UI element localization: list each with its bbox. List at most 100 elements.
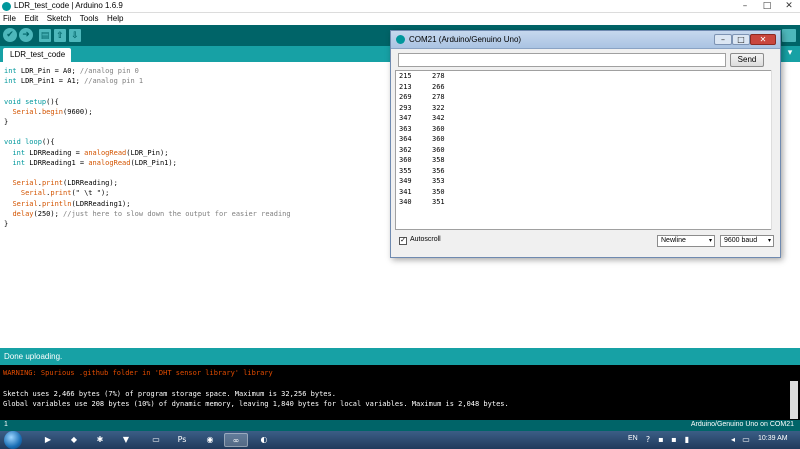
ldr-reading-a1: 356: [432, 166, 445, 175]
taskbar-app-2[interactable]: ◆: [62, 433, 86, 447]
photoshop-icon: Ps: [177, 435, 187, 444]
open-button[interactable]: ⇧: [54, 29, 66, 42]
code-line: int LDRReading1 = analogRead(LDR_Pin1);: [4, 158, 291, 168]
code-line: int LDR_Pin = A0; //analog pin 0: [4, 66, 291, 76]
volume-icon[interactable]: ◂: [728, 435, 738, 445]
tab-menu-icon[interactable]: ▾: [784, 48, 796, 60]
taskbar-clock[interactable]: 10:39 AM: [758, 435, 788, 442]
menubar: File Edit Sketch Tools Help: [0, 13, 800, 25]
code-token: LDRReading =: [25, 148, 85, 157]
verify-button[interactable]: ✔: [3, 28, 17, 42]
serial-input-field[interactable]: [398, 53, 726, 67]
serial-row: 269 278: [396, 92, 771, 103]
app-icon: ◆: [70, 435, 78, 444]
autoscroll-checkbox[interactable]: ✓ Autoscroll: [399, 236, 441, 245]
taskbar-media-player[interactable]: ▶: [36, 433, 60, 447]
checkbox-check-icon: ✓: [399, 237, 407, 245]
code-token: (LDR_Pin);: [126, 148, 169, 157]
arduino-icon: ∞: [232, 436, 240, 445]
menu-sketch[interactable]: Sketch: [44, 13, 74, 23]
new-button[interactable]: ▤: [39, 29, 51, 42]
taskbar-app-5[interactable]: ▭: [144, 433, 168, 447]
close-button[interactable]: ✕: [778, 0, 800, 13]
code-token: //analog pin 0: [79, 67, 139, 75]
code-token: loop: [25, 138, 42, 147]
menu-tools[interactable]: Tools: [77, 13, 102, 23]
ldr-reading-a0: 360: [399, 156, 412, 164]
code-token: print: [50, 189, 72, 198]
code-token: delay: [12, 209, 34, 218]
app-icon: ◐: [260, 435, 268, 444]
taskbar-app-3[interactable]: ✱: [88, 433, 112, 447]
line-number: 1: [4, 421, 8, 428]
windows-taskbar: ▶ ◆ ✱ ▼ ▭ Ps ◉ ∞ ◐ EN ? ▪ ▪ ▮ ◂ ▭ 10:39 …: [0, 431, 800, 449]
arduino-app-icon: [396, 35, 405, 44]
ldr-reading-a0: 355: [399, 166, 412, 175]
taskbar-chrome[interactable]: ◉: [198, 433, 222, 447]
app-icon: ▼: [122, 435, 130, 444]
minimize-button[interactable]: –: [734, 0, 756, 13]
ldr-reading-a1: 353: [432, 177, 445, 185]
ldr-reading-a1: 360: [432, 135, 445, 143]
serial-row: 360 358: [396, 155, 771, 166]
code-token: (){: [41, 138, 55, 147]
taskbar-arduino[interactable]: ∞: [224, 433, 248, 447]
maximize-button[interactable]: □: [756, 0, 778, 13]
ldr-reading-a1: 266: [432, 82, 445, 91]
serial-output-scrollbar[interactable]: [771, 70, 778, 230]
serial-monitor-title: COM21 (Arduino/Genuino Uno): [409, 35, 522, 44]
tray-app-icon[interactable]: ▪: [656, 435, 666, 445]
serial-close-button[interactable]: ✕: [750, 34, 776, 45]
serial-minimize-button[interactable]: –: [714, 34, 732, 45]
serial-row: 355 356: [396, 166, 771, 177]
taskbar-photoshop[interactable]: Ps: [170, 433, 194, 447]
menu-file[interactable]: File: [0, 13, 19, 23]
upload-button[interactable]: ➜: [19, 28, 33, 42]
serial-maximize-button[interactable]: □: [732, 34, 750, 45]
code-token: void: [4, 138, 21, 147]
chrome-icon: ◉: [206, 435, 214, 444]
code-token: setup: [25, 97, 47, 106]
ldr-reading-a1: 278: [432, 93, 445, 101]
serial-row: 363 360: [396, 124, 771, 135]
serial-monitor-button[interactable]: [782, 29, 796, 42]
menu-edit[interactable]: Edit: [21, 13, 41, 23]
code-token: LDR_Pin1 = A1;: [16, 77, 85, 86]
language-indicator[interactable]: EN: [628, 435, 638, 442]
tab-ldr-test-code[interactable]: LDR_test_code: [3, 48, 71, 62]
status-bar: Done uploading.: [0, 348, 800, 365]
save-icon: ⇩: [71, 31, 79, 41]
taskbar-app-4[interactable]: ▼: [114, 433, 138, 447]
code-line: Serial.print(LDRReading);: [4, 178, 291, 188]
serial-row: 362 360: [396, 145, 771, 156]
board-port-info: Arduino/Genuino Uno on COM21: [690, 421, 794, 428]
line-ending-select[interactable]: Newline ▾: [657, 235, 715, 247]
send-button[interactable]: Send: [730, 53, 764, 67]
code-token: }: [4, 118, 9, 126]
tray-app-icon[interactable]: ▪: [669, 435, 679, 445]
console-warning: WARNING: Spurious .github folder in 'DHT…: [3, 369, 273, 377]
code-token: (9600);: [63, 107, 93, 116]
check-icon: ✔: [6, 30, 14, 40]
battery-icon[interactable]: ▭: [741, 435, 751, 445]
baud-rate-select[interactable]: 9600 baud ▾: [720, 235, 774, 247]
code-token: LDR_Pin = A0;: [16, 67, 80, 75]
serial-row: 349 353: [396, 176, 771, 187]
taskbar-app-9[interactable]: ◐: [252, 433, 276, 447]
code-token: analogRead: [88, 158, 131, 167]
ldr-reading-a1: 322: [432, 103, 445, 112]
menu-help[interactable]: Help: [104, 13, 126, 23]
code-token: (LDRReading1);: [71, 199, 131, 208]
line-ending-value: Newline: [661, 237, 686, 244]
code-line: Serial.print(" \t ");: [4, 188, 291, 198]
status-message: Done uploading.: [4, 352, 63, 361]
baud-rate-value: 9600 baud: [724, 237, 758, 244]
ldr-reading-a1: 350: [432, 187, 445, 196]
start-button[interactable]: [4, 431, 22, 449]
console-scrollbar[interactable]: [790, 381, 798, 419]
help-icon[interactable]: ?: [643, 435, 653, 445]
arrow-right-icon: ➜: [22, 30, 30, 40]
save-button[interactable]: ⇩: [69, 29, 81, 42]
network-icon[interactable]: ▮: [682, 435, 692, 445]
